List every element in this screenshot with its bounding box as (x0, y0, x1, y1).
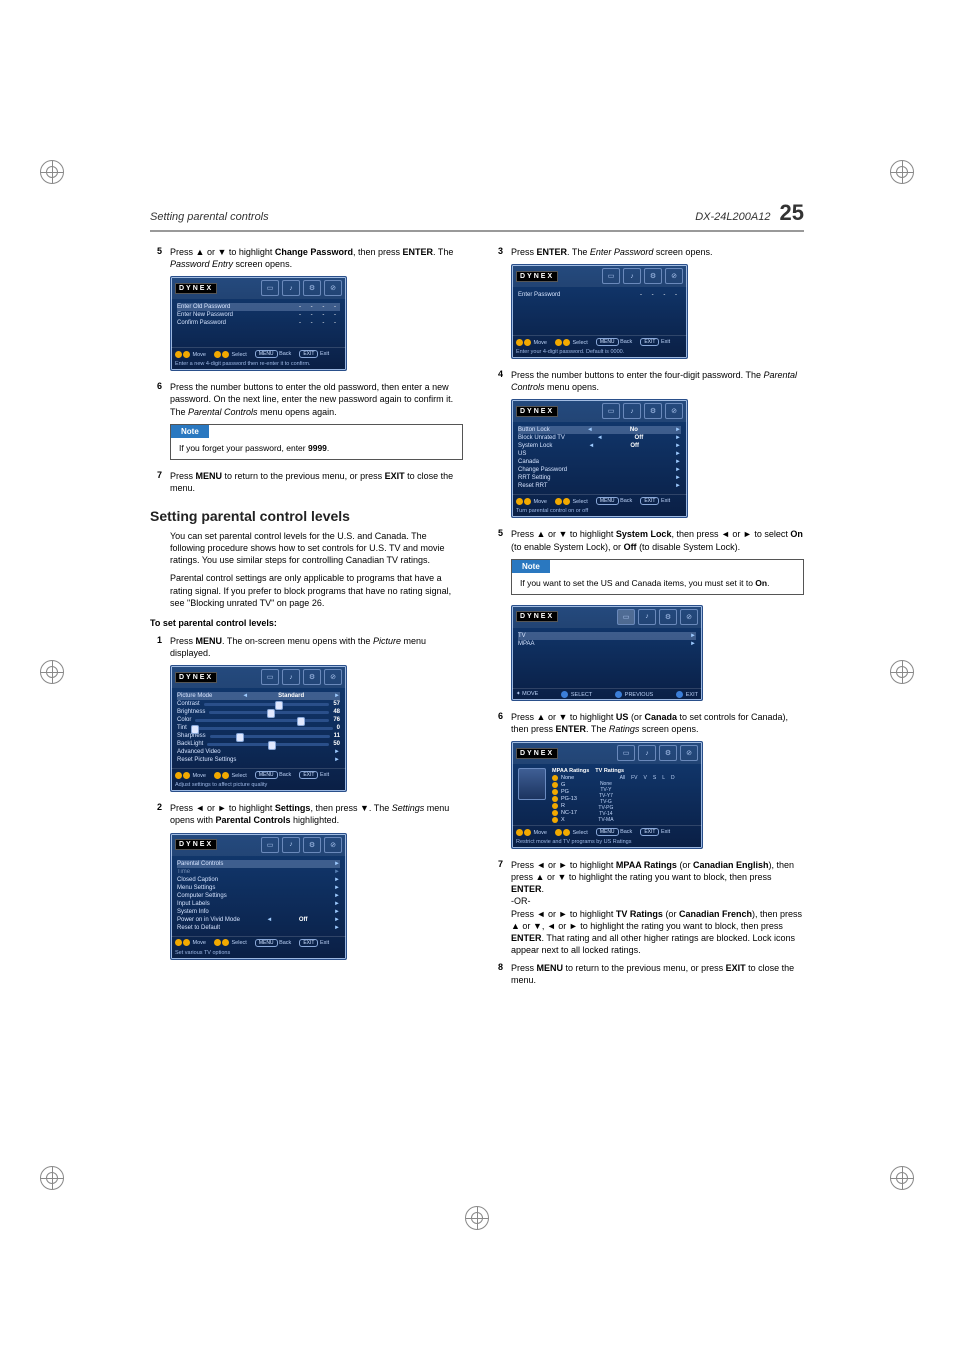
note-box: Note If you want to set the US and Canad… (511, 559, 804, 595)
subheading: To set parental control levels: (150, 617, 463, 629)
columns: 5 Press ▲ or ▼ to highlight Change Passw… (150, 246, 804, 992)
section-title: Setting parental controls (150, 211, 269, 223)
page-number: 25 (774, 200, 804, 225)
osd-change-password: DYNEX ▭ ♪ ⚙ ⊘ Enter Old Password- - - - … (170, 276, 347, 371)
osd-settings-menu: DYNEX ▭ ♪ ⚙ ⊘ Parental Controls► Time► C… (170, 833, 347, 960)
step-number: 5 (150, 246, 162, 270)
registration-mark (465, 1206, 489, 1230)
step-text: Press ▲ or ▼ to highlight Change Passwor… (170, 246, 463, 270)
registration-mark (40, 160, 64, 184)
registration-mark (890, 660, 914, 684)
paragraph: You can set parental control levels for … (150, 530, 463, 566)
registration-mark (890, 1166, 914, 1190)
parental-icon: ⊘ (324, 837, 342, 853)
note-body: If you forget your password, enter 9999. (171, 438, 462, 459)
osd-us-menu: DYNEX ▭♪⚙⊘ TV► MPAA► ✦ MOVE SELECT PREVI… (511, 605, 703, 701)
registration-mark (40, 660, 64, 684)
thumbnail-icon (518, 768, 546, 800)
tv-icon: ▭ (261, 669, 279, 685)
step-1: 1 Press MENU. The on-screen menu opens w… (150, 635, 463, 659)
note-box: Note If you forget your password, enter … (170, 424, 463, 460)
step-8: 8 Press MENU to return to the previous m… (491, 962, 804, 986)
step-3: 3 Press ENTER. The Enter Password screen… (491, 246, 804, 258)
parental-icon: ⊘ (324, 280, 342, 296)
step-5-right: 5 Press ▲ or ▼ to highlight System Lock,… (491, 528, 804, 552)
model-number: DX-24L200A12 (695, 211, 770, 223)
header-right: DX-24L200A12 25 (695, 200, 804, 226)
page-header: Setting parental controls DX-24L200A12 2… (150, 200, 804, 232)
osd-enter-password: DYNEX ▭♪⚙⊘ Enter Password- - - - Move Se… (511, 264, 688, 359)
settings-icon: ⚙ (303, 280, 321, 296)
paragraph: Parental control settings are only appli… (150, 572, 463, 608)
step-4: 4 Press the number buttons to enter the … (491, 369, 804, 393)
settings-icon: ⚙ (303, 669, 321, 685)
osd-parental-controls: DYNEX ▭♪⚙⊘ Button Lock◄No► Block Unrated… (511, 399, 688, 518)
step-7: 7 Press MENU to return to the previous m… (150, 470, 463, 494)
note-tab: Note (171, 425, 209, 438)
registration-mark (40, 1166, 64, 1190)
audio-icon: ♪ (282, 669, 300, 685)
right-column: 3 Press ENTER. The Enter Password screen… (491, 246, 804, 992)
tv-icon: ▭ (261, 837, 279, 853)
audio-icon: ♪ (282, 280, 300, 296)
step-6-right: 6 Press ▲ or ▼ to highlight US (or Canad… (491, 711, 804, 735)
osd-picture-menu: DYNEX ▭ ♪ ⚙ ⊘ Picture Mode◄Standard► Con… (170, 665, 347, 792)
audio-icon: ♪ (282, 837, 300, 853)
settings-icon: ⚙ (303, 837, 321, 853)
step-5: 5 Press ▲ or ▼ to highlight Change Passw… (150, 246, 463, 270)
parental-icon: ⊘ (324, 669, 342, 685)
section-heading: Setting parental control levels (150, 508, 463, 524)
osd-ratings: DYNEX ▭♪⚙⊘ MPAA Ratings None G PG PG-13 (511, 741, 703, 849)
content-area: Setting parental controls DX-24L200A12 2… (150, 200, 804, 992)
step-7-right: 7 Press ◄ or ► to highlight MPAA Ratings… (491, 859, 804, 956)
brand-logo: DYNEX (175, 283, 217, 294)
page: Setting parental controls DX-24L200A12 2… (0, 0, 954, 1350)
left-column: 5 Press ▲ or ▼ to highlight Change Passw… (150, 246, 463, 992)
registration-mark (890, 160, 914, 184)
step-2: 2 Press ◄ or ► to highlight Settings, th… (150, 802, 463, 826)
step-6: 6 Press the number buttons to enter the … (150, 381, 463, 417)
tv-icon: ▭ (261, 280, 279, 296)
